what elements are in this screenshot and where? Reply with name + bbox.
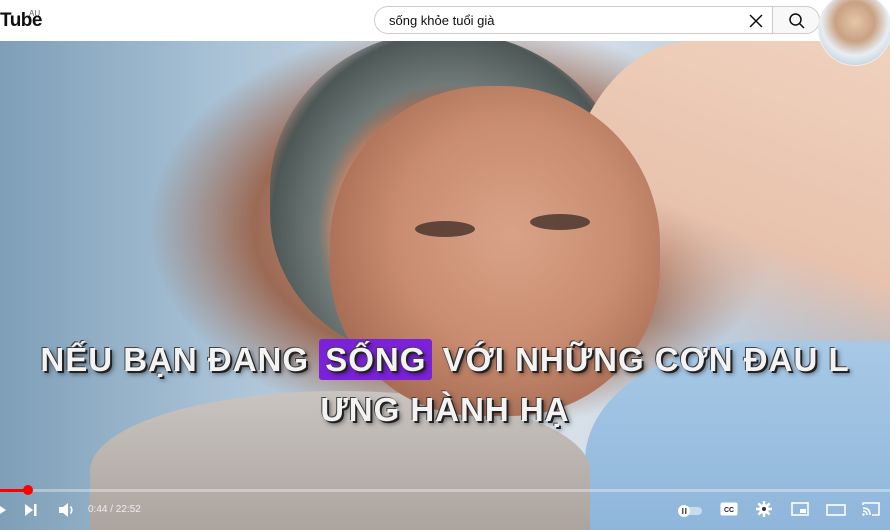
play-icon xyxy=(0,506,6,514)
next-icon xyxy=(25,504,37,516)
autoplay-toggle[interactable] xyxy=(678,504,702,522)
volume-button[interactable] xyxy=(58,502,76,523)
video-frame-eye xyxy=(415,221,475,237)
region-label: AU xyxy=(29,9,41,18)
settings-button[interactable] xyxy=(756,501,772,522)
subtitle-text: VỚI NHỮNG CƠN ĐAU L xyxy=(432,341,850,378)
search-query[interactable]: sống khỏe tuổi già xyxy=(389,13,495,28)
captions-icon: CC xyxy=(720,502,738,516)
search-input[interactable]: sống khỏe tuổi già xyxy=(374,6,772,34)
clear-search-button[interactable] xyxy=(744,9,768,33)
theater-mode-button[interactable] xyxy=(826,503,846,521)
close-icon xyxy=(749,14,763,28)
autoplay-toggle-icon xyxy=(678,505,702,517)
volume-icon xyxy=(59,503,73,517)
captions-button[interactable]: CC xyxy=(720,502,738,521)
subtitle-line-1: NẾU BẠN ĐANG SỐNG VỚI NHỮNG CƠN ĐAU L xyxy=(0,339,890,380)
miniplayer-icon xyxy=(791,502,809,516)
cast-button[interactable] xyxy=(861,501,881,522)
next-button[interactable] xyxy=(24,503,38,522)
video-frame-eye xyxy=(530,214,590,230)
subtitle-highlight-word: SỐNG xyxy=(319,339,433,380)
subtitle-line-2: ƯNG HÀNH HẠ xyxy=(320,391,570,428)
miniplayer-button[interactable] xyxy=(791,502,809,521)
video-player[interactable]: NẾU BẠN ĐANG SỐNG VỚI NHỮNG CƠN ĐAU L ƯN… xyxy=(0,41,890,530)
theater-mode-icon xyxy=(826,504,846,516)
svg-text:CC: CC xyxy=(724,507,734,514)
top-bar: Tube AU sống khỏe tuổi già xyxy=(0,0,890,41)
time-display: 0:44 / 22:52 xyxy=(88,504,141,515)
progress-bar[interactable] xyxy=(0,489,890,492)
player-controls: 0:44 / 22:52 CC xyxy=(0,496,890,526)
search-button[interactable] xyxy=(772,6,820,34)
search-icon xyxy=(789,13,805,29)
subtitle-text: NẾU BẠN ĐANG xyxy=(40,341,320,378)
play-button[interactable] xyxy=(0,502,8,523)
cast-icon xyxy=(862,502,880,516)
gear-icon xyxy=(756,501,772,517)
